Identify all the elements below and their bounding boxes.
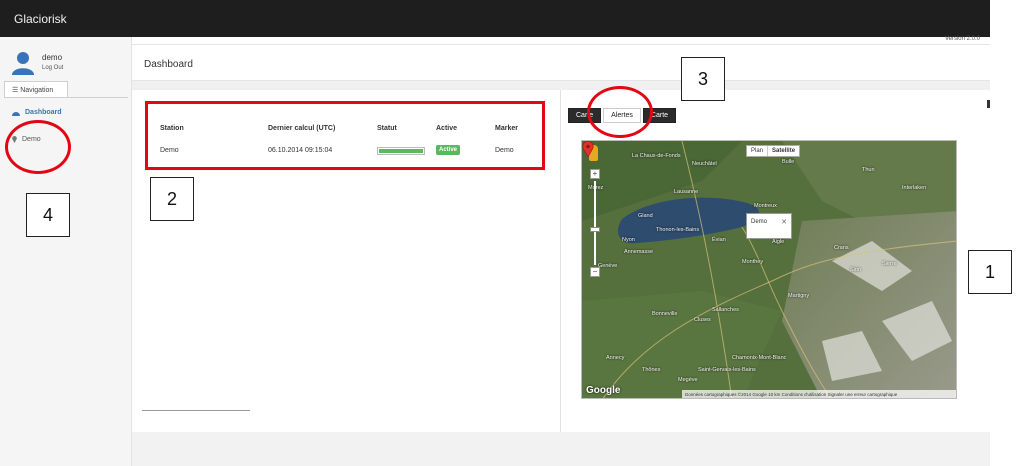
navigation-tab[interactable]: ☰ Navigation <box>4 81 68 97</box>
map-place-label: Thun <box>862 167 875 173</box>
callout-4: 4 <box>26 193 70 237</box>
sidebar-item-label: Dashboard <box>25 109 62 116</box>
map-place-label: Monthey <box>742 259 764 265</box>
map-attribution: Données cartographiques ©2014 Google 10 … <box>682 390 956 398</box>
version-label: Version 2.0.0 <box>944 36 980 42</box>
map-place-label: Évian <box>712 237 726 243</box>
user-panel: demo Log Out <box>12 51 122 77</box>
map-place-label: Sallanches <box>712 307 739 313</box>
zoom-slider-handle[interactable] <box>590 227 600 232</box>
map-type-toggle: Plan Satellite <box>746 145 801 157</box>
annotation-circle-alertes <box>587 86 653 138</box>
top-bar: Glaciorisk <box>0 0 990 37</box>
close-icon[interactable]: ✕ <box>781 218 787 226</box>
map-place-label: Crans <box>834 245 849 251</box>
callout-3: 3 <box>681 57 725 101</box>
map-place-label: Thônes <box>642 367 661 373</box>
app-brand[interactable]: Glaciorisk <box>14 12 67 26</box>
right-gutter <box>990 0 1024 466</box>
map-place-label: Bulle <box>782 159 795 165</box>
map-place-label: Thonon-les-Bains <box>656 227 700 233</box>
map-place-label: Annecy <box>606 355 625 361</box>
annotation-circle-demo <box>5 120 71 174</box>
map-marker-pin-icon[interactable] <box>582 141 594 157</box>
scroll-marker <box>987 100 990 108</box>
footer-rule <box>142 410 250 411</box>
zoom-control: + − <box>590 169 600 279</box>
version-bar: Version 2.0.0 <box>132 36 990 45</box>
sidebar-item-dashboard[interactable]: Dashboard <box>12 109 62 116</box>
user-avatar-icon <box>12 52 34 75</box>
map-place-label: Megève <box>678 377 698 383</box>
zoom-slider-track[interactable] <box>594 181 596 265</box>
map-place-label: Aigle <box>772 239 785 245</box>
app-window: Glaciorisk demo Log Out ☰ Navigation Das… <box>0 0 1024 466</box>
header-separator <box>132 81 990 90</box>
map-place-label: Neuchâtel <box>692 161 717 167</box>
map-place-label: Interlaken <box>902 185 927 191</box>
map-place-label: Annemasse <box>624 249 654 255</box>
callout-1: 1 <box>968 250 1012 294</box>
map-place-label: La Chaux-de-Fonds <box>632 153 681 159</box>
map-place-label: Gland <box>638 213 653 219</box>
satellite-map[interactable]: La Chaux-de-Fonds Neuchâtel Bulle Lausan… <box>581 140 957 399</box>
map-type-satellite-button[interactable]: Satellite <box>767 146 799 156</box>
marker-info-window: Demo ✕ <box>746 213 792 239</box>
info-window-label: Demo <box>751 219 768 225</box>
annotation-highlight-table <box>145 101 545 170</box>
sidebar: demo Log Out ☰ Navigation Dashboard Demo <box>0 37 132 466</box>
page-header: Dashboard <box>132 45 990 81</box>
menu-icon: ☰ <box>12 87 19 94</box>
map-type-plan-button[interactable]: Plan <box>747 146 767 156</box>
map-place-label: Saint-Gervais-les-Bains <box>698 367 756 373</box>
map-place-label: Montreux <box>754 203 777 209</box>
logout-link[interactable]: Log Out <box>42 65 63 71</box>
callout-2: 2 <box>150 177 194 221</box>
map-place-label: Genève <box>598 263 618 269</box>
map-place-label: Sierre <box>882 261 897 267</box>
nav-divider <box>4 97 128 98</box>
map-place-label: Sion <box>850 267 862 273</box>
dashboard-icon <box>12 111 20 116</box>
panel-divider <box>560 90 561 432</box>
google-logo: Google <box>586 385 621 396</box>
page-footer-area <box>132 432 990 466</box>
navigation-tab-label: Navigation <box>20 87 54 94</box>
map-place-label: Chamonix-Mont-Blanc <box>732 355 787 361</box>
map-place-label: Cluses <box>694 317 711 323</box>
zoom-out-button[interactable]: − <box>590 267 600 277</box>
map-place-label: Nyon <box>622 237 635 243</box>
map-place-label: Lausanne <box>674 189 699 195</box>
map-place-label: Bonneville <box>652 311 678 317</box>
zoom-in-button[interactable]: + <box>590 169 600 179</box>
user-name: demo <box>42 53 63 62</box>
map-place-label: Martigny <box>788 293 810 299</box>
page-title: Dashboard <box>144 59 193 70</box>
